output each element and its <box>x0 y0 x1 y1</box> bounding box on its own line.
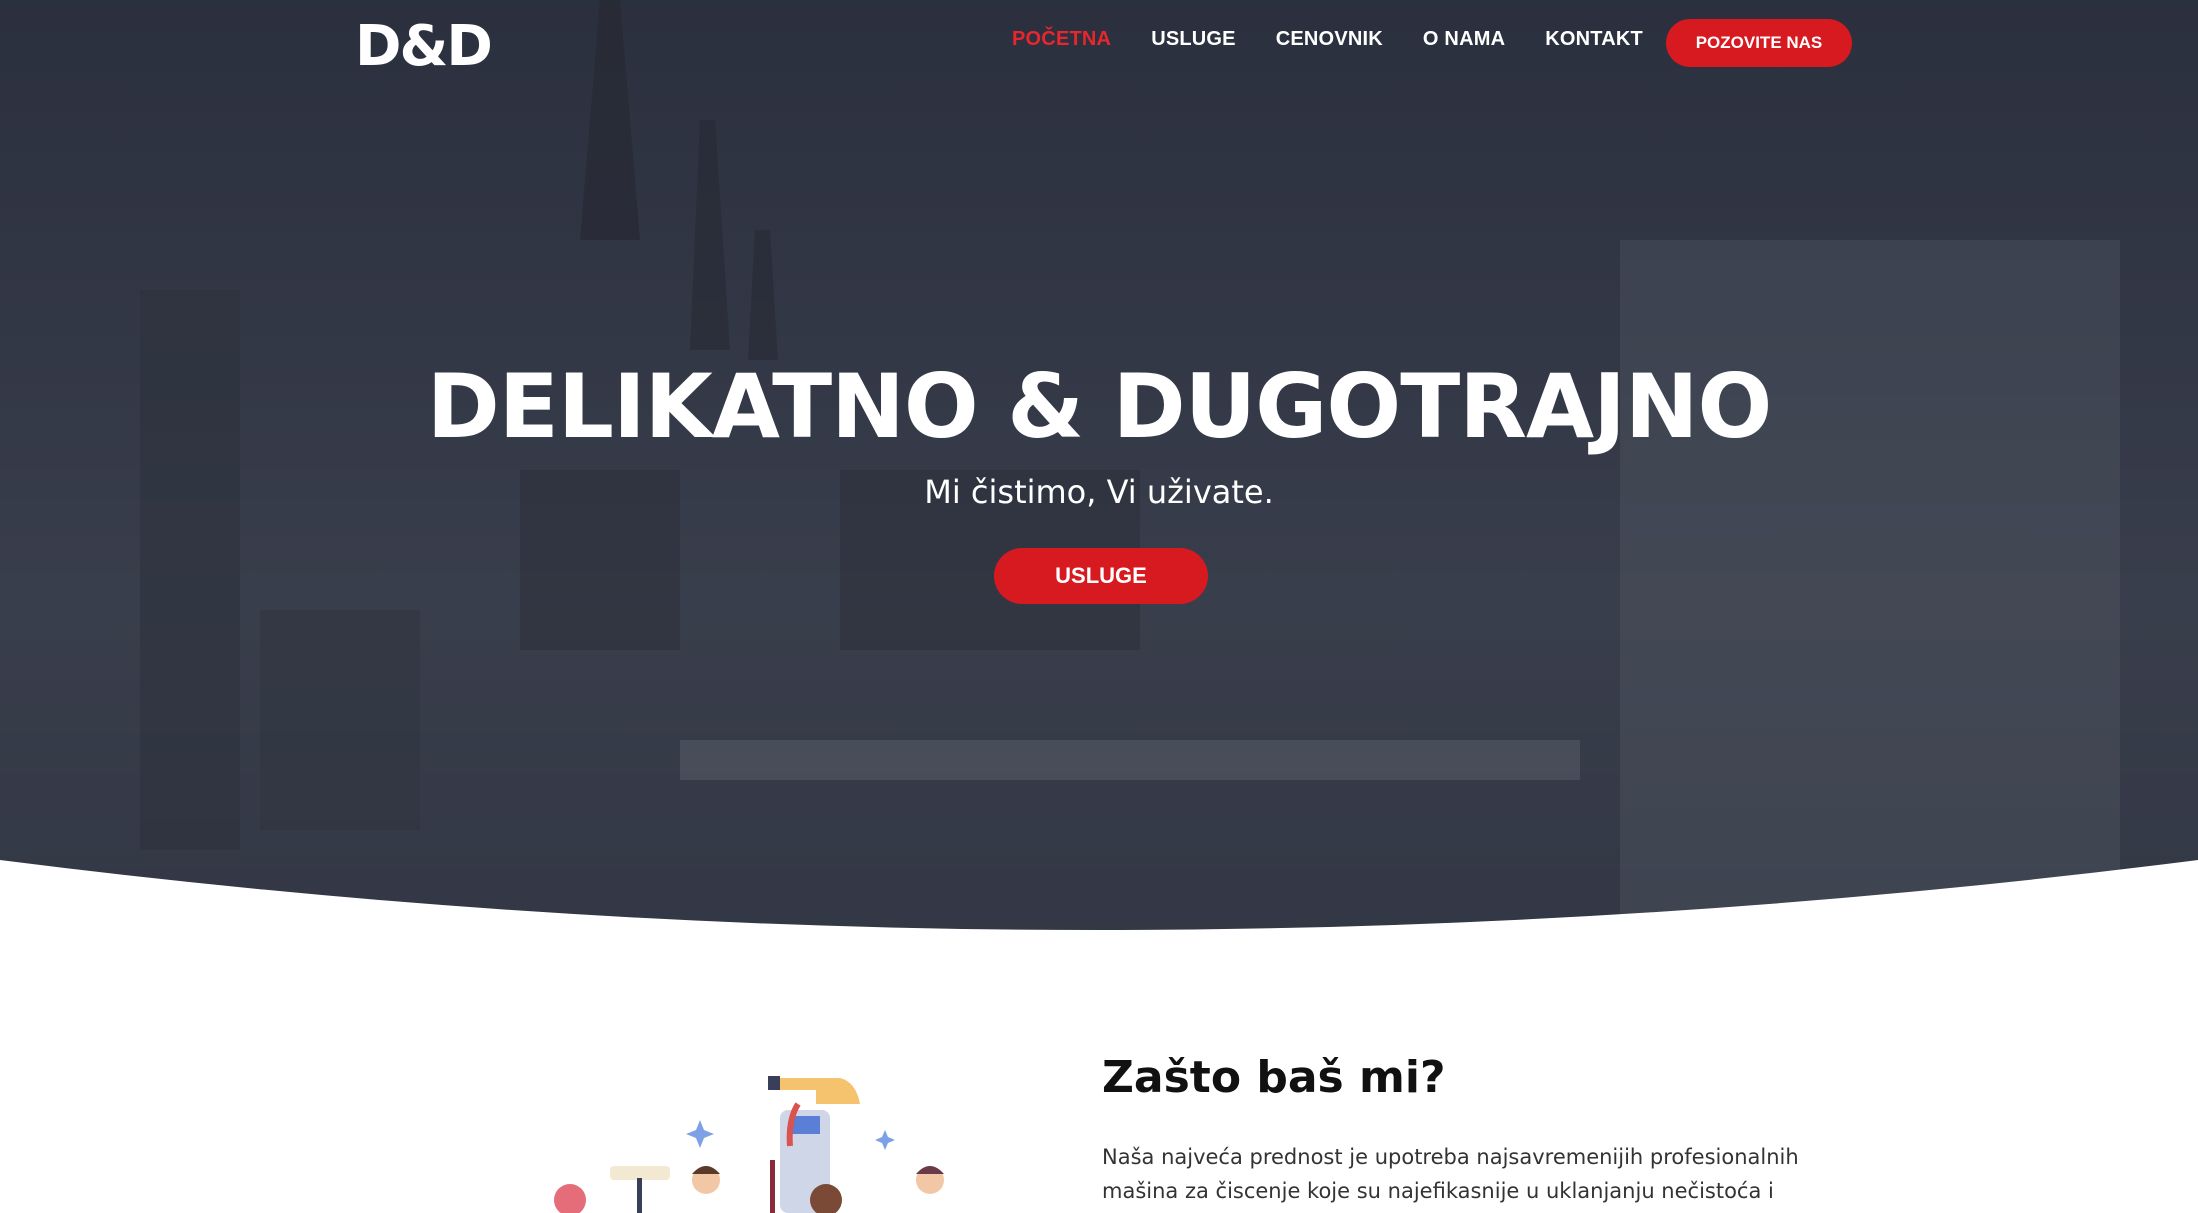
nav-item-cenovnik[interactable]: CENOVNIK <box>1276 28 1383 51</box>
hero-title: DELIKATNO & DUGOTRAJNO <box>426 355 1773 458</box>
brand-logo[interactable]: D&D <box>355 14 493 79</box>
nav-item-pocetna[interactable]: POČETNA <box>1012 28 1111 51</box>
hero-subtitle: Mi čistimo, Vi uživate. <box>924 473 1274 511</box>
hero-bottom-curve <box>0 860 2198 1040</box>
why-us-text: Naša najveća prednost je upotreba najsav… <box>1102 1145 1799 1203</box>
cleaning-illustration-icon <box>554 1076 944 1213</box>
nav-item-o-nama[interactable]: O NAMA <box>1423 28 1505 51</box>
nav-item-kontakt[interactable]: KONTAKT <box>1545 28 1643 51</box>
nav-item-usluge[interactable]: USLUGE <box>1151 28 1236 51</box>
why-us-title: Zašto baš mi? <box>1102 1052 1446 1103</box>
main-nav: POČETNA USLUGE CENOVNIK O NAMA KONTAKT <box>1012 28 1683 51</box>
hero-services-button[interactable]: USLUGE <box>994 548 1208 604</box>
call-us-button[interactable]: POZOVITE NAS <box>1666 19 1852 67</box>
